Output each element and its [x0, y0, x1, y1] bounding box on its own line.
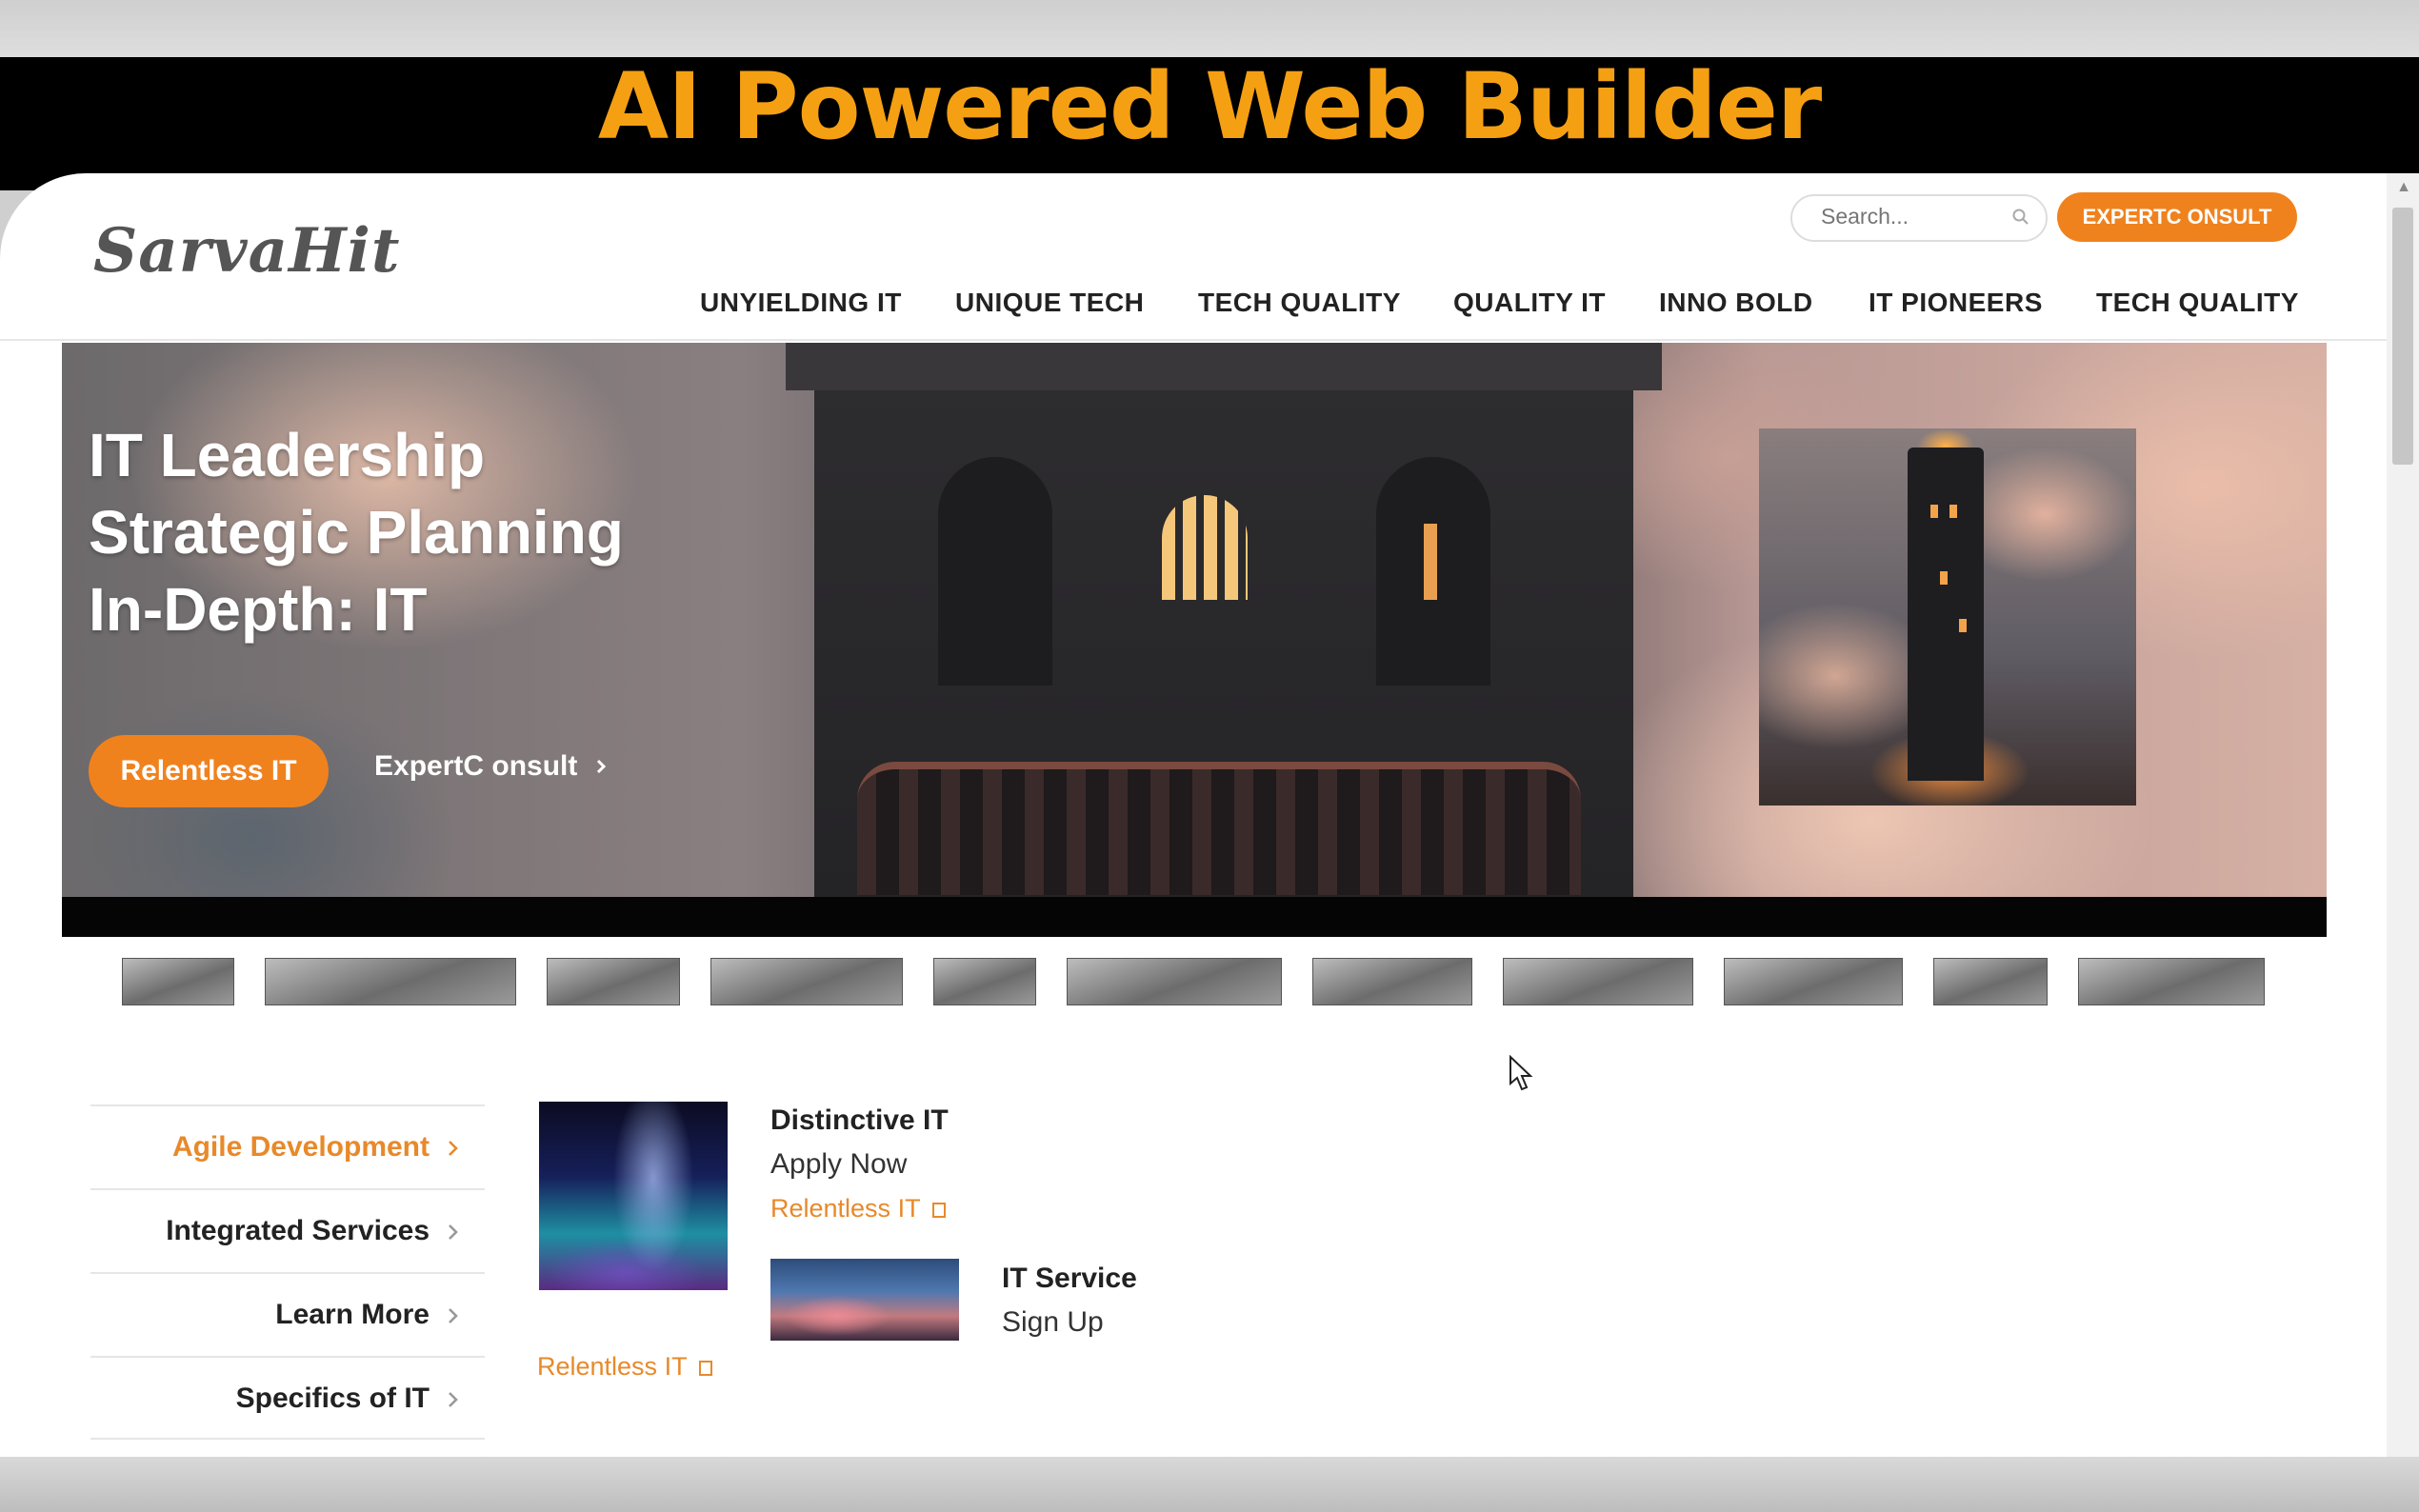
nav-item-it-pioneers[interactable]: IT PIONEERS	[1869, 288, 2043, 318]
feature-subtitle: Apply Now	[770, 1148, 908, 1180]
nav-item-quality-it[interactable]: QUALITY IT	[1453, 288, 1606, 318]
hero-bottom-bar	[62, 897, 2327, 937]
feature-link[interactable]: Relentless IT	[537, 1352, 712, 1382]
sidebar-item-label: Agile Development	[171, 1131, 430, 1163]
feature-image-landscape[interactable]	[770, 1259, 959, 1341]
search-input[interactable]	[1821, 204, 2011, 229]
thumbnail[interactable]	[933, 958, 1036, 1005]
card-window	[1959, 619, 1967, 632]
thumbnail[interactable]	[710, 958, 903, 1005]
hero-banner: IT Leadership Strategic Planning In-Dept…	[62, 343, 2327, 897]
feature-title[interactable]: Distinctive IT	[770, 1104, 949, 1137]
thumbnail[interactable]	[1503, 958, 1693, 1005]
thumbnail[interactable]	[1067, 958, 1282, 1005]
screen-bottom-strip	[0, 1457, 2419, 1512]
hero-tower-window	[1162, 495, 1248, 600]
thumbnail[interactable]	[1724, 958, 1903, 1005]
thumbnail-strip	[0, 958, 2387, 1005]
expert-consult-link[interactable]: ExpertC onsult	[374, 750, 609, 783]
card-window	[1949, 505, 1957, 518]
hero-heading-line: In-Depth: IT	[89, 575, 428, 644]
sidebar-item-label: Integrated Services	[166, 1215, 430, 1246]
chevron-right-icon	[449, 1141, 458, 1156]
site-logo[interactable]: SarvaHit	[93, 215, 400, 287]
scroll-up-icon[interactable]: ▲	[2396, 179, 2411, 196]
search-icon[interactable]	[2011, 208, 2030, 227]
thumbnail[interactable]	[122, 958, 234, 1005]
hero-tower-window	[1424, 524, 1437, 600]
thumbnail[interactable]	[1933, 958, 2048, 1005]
nav-item-inno-bold[interactable]: INNO BOLD	[1659, 288, 1813, 318]
card-window	[1930, 505, 1938, 518]
hero-heading-line: Strategic Planning	[89, 498, 624, 567]
feature-image-galaxy[interactable]	[539, 1102, 728, 1290]
thumbnail[interactable]	[2078, 958, 2265, 1005]
sidebar-item-specifics-of-it[interactable]: Specifics of IT	[90, 1356, 485, 1440]
external-link-icon	[931, 1203, 946, 1218]
relentless-it-button[interactable]: Relentless IT	[89, 735, 329, 807]
site-header: SarvaHit EXPERTC ONSULT UNYIELDING IT UN…	[0, 173, 2387, 341]
cursor-icon	[1509, 1055, 1533, 1091]
feature-subtitle: Sign Up	[1002, 1306, 1104, 1338]
external-link-icon	[698, 1361, 712, 1376]
sidebar-item-agile-development[interactable]: Agile Development	[90, 1104, 485, 1188]
hero-heading: IT Leadership Strategic Planning In-Dept…	[89, 417, 624, 648]
search-box[interactable]	[1790, 194, 2048, 242]
thumbnail[interactable]	[547, 958, 680, 1005]
nav-item-tech-quality[interactable]: TECH QUALITY	[1198, 288, 1401, 318]
card-tower	[1908, 448, 1984, 781]
hero-tower-balcony	[857, 762, 1581, 895]
card-window	[1940, 571, 1948, 585]
hero-tower-cap	[786, 343, 1662, 390]
thumbnail[interactable]	[265, 958, 516, 1005]
thumbnail[interactable]	[1312, 958, 1472, 1005]
nav-item-tech-quality-2[interactable]: TECH QUALITY	[2096, 288, 2299, 318]
sidebar-item-label: Learn More	[275, 1299, 430, 1330]
feature-link-label: Relentless IT	[537, 1352, 688, 1381]
chevron-right-icon	[449, 1224, 458, 1240]
nav-item-unyielding-it[interactable]: UNYIELDING IT	[700, 288, 902, 318]
expert-consult-button[interactable]: EXPERTC ONSULT	[2057, 192, 2297, 242]
browser-viewport: SarvaHit EXPERTC ONSULT UNYIELDING IT UN…	[0, 173, 2419, 1457]
screen-top-strip	[0, 0, 2419, 57]
nav-item-unique-tech[interactable]: UNIQUE TECH	[955, 288, 1144, 318]
sidebar-item-learn-more[interactable]: Learn More	[90, 1272, 485, 1356]
feature-link-label: Relentless IT	[770, 1194, 921, 1223]
sidebar-item-integrated-services[interactable]: Integrated Services	[90, 1188, 485, 1272]
chevron-right-icon	[449, 1392, 458, 1407]
main-nav: UNYIELDING IT UNIQUE TECH TECH QUALITY Q…	[0, 288, 2387, 326]
chevron-right-icon	[596, 759, 606, 774]
sidebar-menu: Agile Development Integrated Services Le…	[90, 1104, 485, 1440]
hero-tower-arch	[938, 457, 1052, 686]
scrollbar-thumb[interactable]	[2392, 208, 2413, 465]
hero-heading-line: IT Leadership	[89, 421, 486, 489]
sidebar-item-label: Specifics of IT	[235, 1383, 430, 1414]
feature-link[interactable]: Relentless IT	[770, 1194, 946, 1224]
expert-consult-link-label: ExpertC onsult	[374, 750, 578, 782]
vertical-scrollbar[interactable]: ▲	[2387, 173, 2419, 1457]
hero-card-image[interactable]	[1759, 428, 2136, 806]
feature-title[interactable]: IT Service	[1002, 1263, 1137, 1295]
chevron-right-icon	[449, 1308, 458, 1323]
banner-title: AI Powered Web Builder	[597, 53, 1822, 160]
